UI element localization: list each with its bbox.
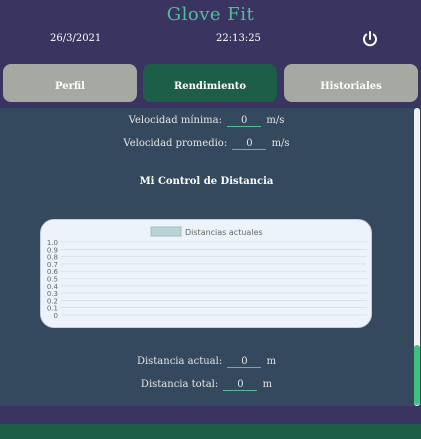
min-speed-unit: m/s (266, 115, 285, 126)
distance-chart-svg: Distancias actuales 1.00.90.80.70.60.50.… (47, 226, 367, 320)
total-distance-unit: m (262, 379, 273, 390)
footer-accent-bar (0, 424, 421, 439)
chart-grid: 1.00.90.80.70.60.50.40.30.20.10 (47, 239, 367, 320)
total-distance-label: Distancia total: (140, 379, 219, 390)
tab-perfil[interactable]: Perfil (3, 64, 137, 102)
tab-historiales[interactable]: Historiales (284, 64, 418, 102)
avg-speed-label: Velocidad promedio: (123, 138, 228, 149)
section-title: Mi Control de Distancia (139, 176, 274, 187)
total-distance-value: 0 (223, 379, 258, 391)
power-icon[interactable] (361, 30, 379, 48)
tab-bar: Perfil Rendimiento Historiales (0, 58, 421, 108)
scrollbar[interactable] (413, 108, 421, 406)
min-speed-label: Velocidad mínima: (128, 115, 222, 126)
distance-chart: Distancias actuales 1.0 0.9 0.8 0.7 0.6 0.5 0.… (40, 219, 372, 328)
total-distance-row: Distancia total: 0 m (0, 379, 413, 391)
time-display: 22:13:25 (216, 33, 261, 44)
performance-panel: Velocidad mínima: 0 m/s Velocidad promed… (0, 108, 413, 406)
scrollbar-thumb[interactable] (414, 345, 420, 405)
footer-bar (0, 406, 421, 424)
legend-label: Distancias actuales (185, 228, 263, 237)
app-header: Glove Fit 26/3/2021 22:13:25 (0, 0, 421, 58)
current-distance-label: Distancia actual: (136, 356, 223, 367)
current-distance-value: 0 (227, 356, 262, 368)
tab-rendimiento[interactable]: Rendimiento (143, 64, 277, 102)
avg-speed-value: 0 (232, 138, 267, 150)
current-distance-row: Distancia actual: 0 m (0, 356, 413, 368)
app-title: Glove Fit (166, 4, 255, 25)
min-speed-value: 0 (227, 115, 262, 127)
avg-speed-unit: m/s (271, 138, 290, 149)
y-tick-label: 0 (54, 312, 58, 320)
avg-speed-row: Velocidad promedio: 0 m/s (0, 138, 413, 150)
current-distance-unit: m (266, 356, 277, 367)
legend-swatch (150, 226, 182, 237)
min-speed-row: Velocidad mínima: 0 m/s (0, 115, 413, 127)
date-display: 26/3/2021 (50, 33, 102, 44)
